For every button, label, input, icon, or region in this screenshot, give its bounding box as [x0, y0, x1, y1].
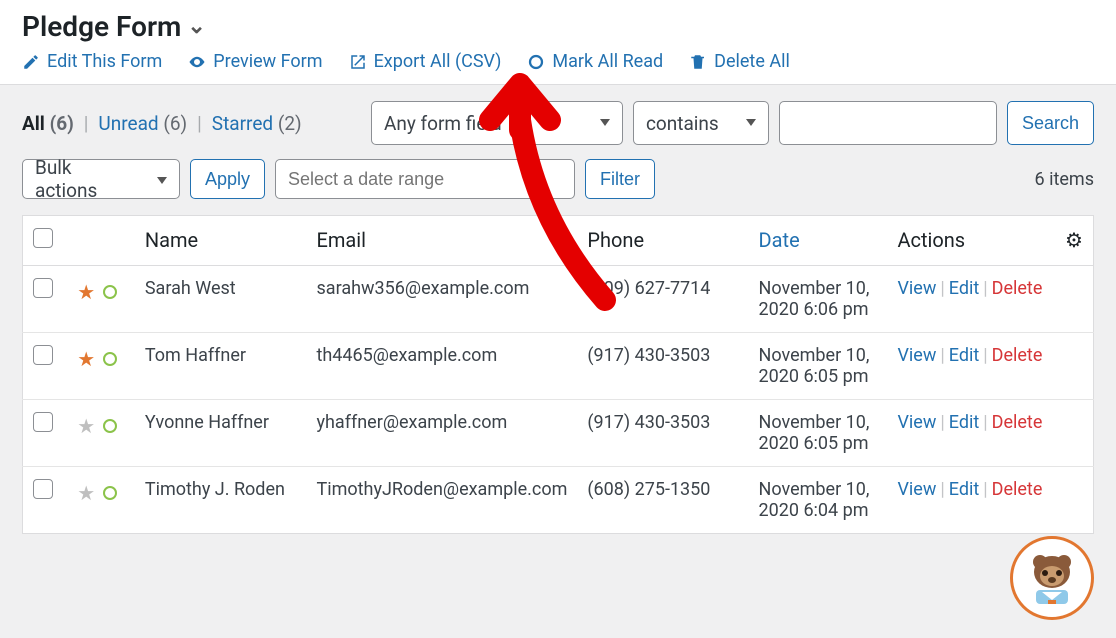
- row-checkbox[interactable]: [33, 345, 53, 365]
- page-title: Pledge Form: [22, 10, 181, 43]
- col-actions: Actions: [887, 216, 1055, 266]
- view-link[interactable]: View: [897, 345, 936, 366]
- filter-button[interactable]: Filter: [585, 159, 655, 199]
- view-link[interactable]: View: [897, 479, 936, 500]
- edit-link[interactable]: Edit: [949, 412, 979, 433]
- delete-all-label: Delete All: [714, 51, 790, 72]
- export-all-label: Export All (CSV): [374, 51, 502, 72]
- eye-icon: [188, 53, 206, 71]
- cell-email: yhaffner@example.com: [307, 400, 578, 467]
- delete-all-link[interactable]: Delete All: [689, 51, 790, 72]
- field-select[interactable]: Any form field: [371, 101, 623, 145]
- table-row: ★ Tom Haffnerth4465@example.com(917) 430-…: [23, 333, 1094, 400]
- tab-starred[interactable]: Starred (2): [212, 112, 302, 135]
- star-icon[interactable]: ★: [77, 414, 95, 438]
- edit-link[interactable]: Edit: [949, 278, 979, 299]
- edit-form-link[interactable]: Edit This Form: [22, 51, 162, 72]
- mark-read-label: Mark All Read: [552, 51, 663, 72]
- cell-actions: View|Edit|Delete: [887, 266, 1093, 333]
- delete-link[interactable]: Delete: [992, 412, 1043, 433]
- row-checkbox[interactable]: [33, 479, 53, 499]
- cell-phone: (917) 430-3503: [577, 400, 748, 467]
- edit-form-label: Edit This Form: [47, 51, 162, 72]
- col-email[interactable]: Email: [307, 216, 578, 266]
- row-checkbox[interactable]: [33, 278, 53, 298]
- cell-actions: View|Edit|Delete: [887, 467, 1093, 534]
- apply-button[interactable]: Apply: [190, 159, 265, 199]
- tab-all[interactable]: All (6): [22, 112, 74, 135]
- help-widget[interactable]: [1010, 536, 1094, 620]
- read-status-icon[interactable]: [103, 285, 117, 299]
- circle-icon: [527, 53, 545, 71]
- entries-table: Name Email Phone Date Actions ⚙ ★ Sarah W…: [22, 215, 1094, 534]
- read-status-icon[interactable]: [103, 486, 117, 500]
- preview-form-link[interactable]: Preview Form: [188, 51, 322, 72]
- table-row: ★ Yvonne Haffneryhaffner@example.com(917)…: [23, 400, 1094, 467]
- delete-link[interactable]: Delete: [992, 479, 1043, 500]
- operator-select[interactable]: contains: [633, 101, 769, 145]
- view-link[interactable]: View: [897, 412, 936, 433]
- cell-actions: View|Edit|Delete: [887, 400, 1093, 467]
- gear-icon[interactable]: ⚙: [1065, 228, 1083, 252]
- col-name[interactable]: Name: [135, 216, 307, 266]
- cell-phone: (209) 627-7714: [577, 266, 748, 333]
- entries-tablist: All (6) | Unread (6) | Starred (2): [22, 112, 302, 135]
- date-range-input[interactable]: [275, 159, 575, 199]
- view-link[interactable]: View: [897, 278, 936, 299]
- cell-phone: (917) 430-3503: [577, 333, 748, 400]
- select-all-checkbox[interactable]: [33, 228, 53, 248]
- col-phone[interactable]: Phone: [577, 216, 748, 266]
- header-action-links: Edit This Form Preview Form Export All (…: [22, 51, 1094, 72]
- cell-email: sarahw356@example.com: [307, 266, 578, 333]
- read-status-icon[interactable]: [103, 419, 117, 433]
- items-count: 6 items: [1035, 169, 1094, 190]
- chevron-down-icon: ⌄: [187, 14, 205, 39]
- mascot-icon: [1020, 546, 1084, 610]
- pencil-icon: [22, 53, 40, 71]
- delete-link[interactable]: Delete: [992, 345, 1043, 366]
- table-row: ★ Timothy J. RodenTimothyJRoden@example.c…: [23, 467, 1094, 534]
- search-button[interactable]: Search: [1007, 101, 1094, 145]
- bulk-actions-select[interactable]: Bulk actions: [22, 159, 180, 199]
- cell-phone: (608) 275-1350: [577, 467, 748, 534]
- read-status-icon[interactable]: [103, 352, 117, 366]
- star-icon[interactable]: ★: [77, 347, 95, 371]
- cell-name: Tom Haffner: [135, 333, 307, 400]
- export-all-link[interactable]: Export All (CSV): [349, 51, 502, 72]
- edit-link[interactable]: Edit: [949, 479, 979, 500]
- star-icon[interactable]: ★: [77, 481, 95, 505]
- page-title-row[interactable]: Pledge Form ⌄: [22, 10, 1094, 43]
- search-input[interactable]: [779, 101, 997, 145]
- cell-name: Timothy J. Roden: [135, 467, 307, 534]
- preview-form-label: Preview Form: [213, 51, 322, 72]
- cell-date: November 10, 2020 6:05 pm: [749, 333, 888, 400]
- trash-icon: [689, 53, 707, 71]
- table-row: ★ Sarah Westsarahw356@example.com(209) 62…: [23, 266, 1094, 333]
- export-icon: [349, 53, 367, 71]
- cell-name: Yvonne Haffner: [135, 400, 307, 467]
- delete-link[interactable]: Delete: [992, 278, 1043, 299]
- cell-email: th4465@example.com: [307, 333, 578, 400]
- star-icon[interactable]: ★: [77, 280, 95, 304]
- cell-date: November 10, 2020 6:04 pm: [749, 467, 888, 534]
- row-checkbox[interactable]: [33, 412, 53, 432]
- edit-link[interactable]: Edit: [949, 345, 979, 366]
- cell-date: November 10, 2020 6:05 pm: [749, 400, 888, 467]
- cell-actions: View|Edit|Delete: [887, 333, 1093, 400]
- cell-email: TimothyJRoden@example.com: [307, 467, 578, 534]
- cell-name: Sarah West: [135, 266, 307, 333]
- tab-unread[interactable]: Unread (6): [98, 112, 187, 135]
- mark-read-link[interactable]: Mark All Read: [527, 51, 663, 72]
- cell-date: November 10, 2020 6:06 pm: [749, 266, 888, 333]
- col-date[interactable]: Date: [749, 216, 888, 266]
